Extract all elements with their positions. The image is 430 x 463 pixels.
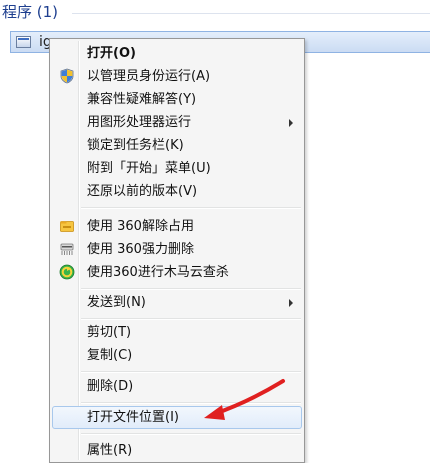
annotation-arrow-icon [204, 379, 285, 420]
